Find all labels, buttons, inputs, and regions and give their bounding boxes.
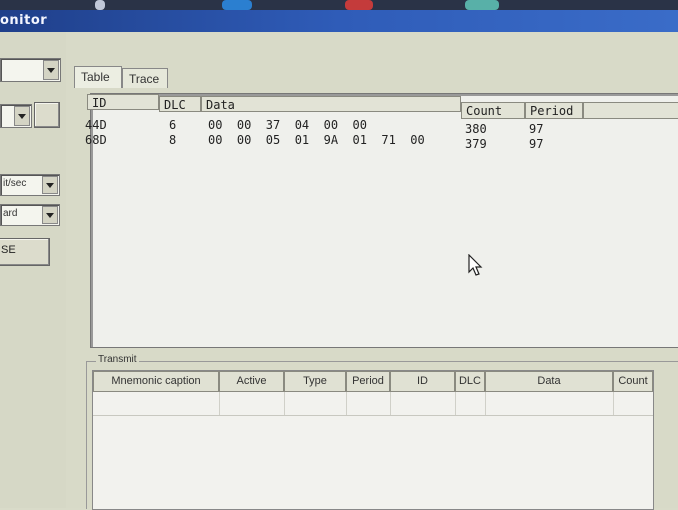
tx-column-data-label: Data xyxy=(537,375,561,387)
row-dlc: 8 xyxy=(169,133,177,147)
transmit-row-separator xyxy=(93,415,653,416)
tx-column-mnemonic-label: Mnemonic caption xyxy=(111,375,201,387)
receive-table-header: ID DLC Data Count Period xyxy=(87,94,678,120)
column-header-spacer xyxy=(583,102,678,119)
hardware-combo[interactable] xyxy=(0,104,32,128)
tx-column-data[interactable]: Data xyxy=(485,371,613,392)
tab-trace[interactable]: Trace xyxy=(122,68,168,88)
tx-column-type[interactable]: Type xyxy=(284,371,346,392)
tx-column-id-label: ID xyxy=(417,375,428,387)
row-id: 68D xyxy=(85,133,107,147)
mouse-pointer-icon xyxy=(468,254,483,276)
column-header-count-label: Count xyxy=(466,104,503,118)
tx-column-period-label: Period xyxy=(352,375,384,387)
channel-combo[interactable] xyxy=(0,58,61,82)
column-header-period[interactable]: Period xyxy=(525,102,583,119)
column-header-dlc-label: DLC xyxy=(164,98,186,112)
taskbar-icon[interactable] xyxy=(465,0,499,10)
window-title: onitor xyxy=(0,13,48,28)
column-header-count[interactable]: Count xyxy=(461,102,525,119)
window-titlebar[interactable]: onitor xyxy=(0,10,678,32)
receive-table[interactable]: ID DLC Data Count Period 44D 6 00 00 37 … xyxy=(85,93,678,348)
chevron-down-icon[interactable] xyxy=(42,206,58,224)
chevron-down-icon[interactable] xyxy=(14,106,30,126)
row-count: 379 xyxy=(465,137,487,151)
tab-trace-label: Trace xyxy=(129,72,160,86)
transmit-column-separator xyxy=(613,392,614,415)
bitrate-combo[interactable]: it/sec xyxy=(0,174,60,196)
taskbar-icon[interactable] xyxy=(222,0,252,10)
row-id: 44D xyxy=(85,118,107,132)
table-row[interactable]: 68D 8 00 00 05 01 9A 01 71 00 379 97 xyxy=(85,133,678,151)
tx-column-active[interactable]: Active xyxy=(219,371,284,392)
tx-column-id[interactable]: ID xyxy=(390,371,455,392)
transmit-column-separator xyxy=(346,392,347,415)
transmit-column-separator xyxy=(390,392,391,415)
row-data: 00 00 37 04 00 00 xyxy=(208,118,367,132)
tab-table-label: Table xyxy=(81,70,110,84)
tx-column-count-label: Count xyxy=(618,375,648,387)
tx-column-active-label: Active xyxy=(236,375,267,387)
taskbar-icon[interactable] xyxy=(345,0,373,10)
tx-column-type-label: Type xyxy=(303,375,327,387)
mode-value: ard xyxy=(3,208,18,219)
transmit-group-label: Transmit xyxy=(96,354,139,365)
chevron-down-icon[interactable] xyxy=(42,176,58,194)
column-header-dlc[interactable]: DLC xyxy=(159,96,201,112)
transmit-column-separator xyxy=(455,392,456,415)
tx-column-dlc-label: DLC xyxy=(458,375,481,387)
tx-column-mnemonic[interactable]: Mnemonic caption xyxy=(93,371,219,392)
tx-column-dlc[interactable]: DLC xyxy=(455,371,485,392)
tab-table[interactable]: Table xyxy=(74,66,122,88)
chevron-down-icon[interactable] xyxy=(43,60,59,80)
release-button[interactable]: SE xyxy=(0,238,50,266)
table-row[interactable]: 44D 6 00 00 37 04 00 00 380 97 xyxy=(85,118,678,136)
tx-column-period[interactable]: Period xyxy=(346,371,390,392)
transmit-column-separator xyxy=(284,392,285,415)
transmit-column-separator xyxy=(219,392,220,415)
bitrate-unit-value: it/sec xyxy=(3,178,27,189)
hardware-config-button[interactable] xyxy=(34,102,60,128)
column-header-id-label: ID xyxy=(92,96,107,110)
column-header-id[interactable]: ID xyxy=(87,94,159,110)
taskbar-icon[interactable] xyxy=(95,0,105,10)
column-header-period-label: Period xyxy=(530,104,574,118)
column-header-data-label: Data xyxy=(206,98,235,112)
tx-column-count[interactable]: Count xyxy=(613,371,653,392)
column-header-data[interactable]: Data xyxy=(201,96,461,112)
mode-combo[interactable]: ard xyxy=(0,204,60,226)
transmit-column-separator xyxy=(485,392,486,415)
release-button-label: SE xyxy=(1,244,16,256)
row-data: 00 00 05 01 9A 01 71 00 xyxy=(208,133,425,147)
row-period: 97 xyxy=(529,137,544,151)
transmit-table[interactable]: Mnemonic caption Active Type Period ID D… xyxy=(92,370,654,510)
row-dlc: 6 xyxy=(169,118,177,132)
